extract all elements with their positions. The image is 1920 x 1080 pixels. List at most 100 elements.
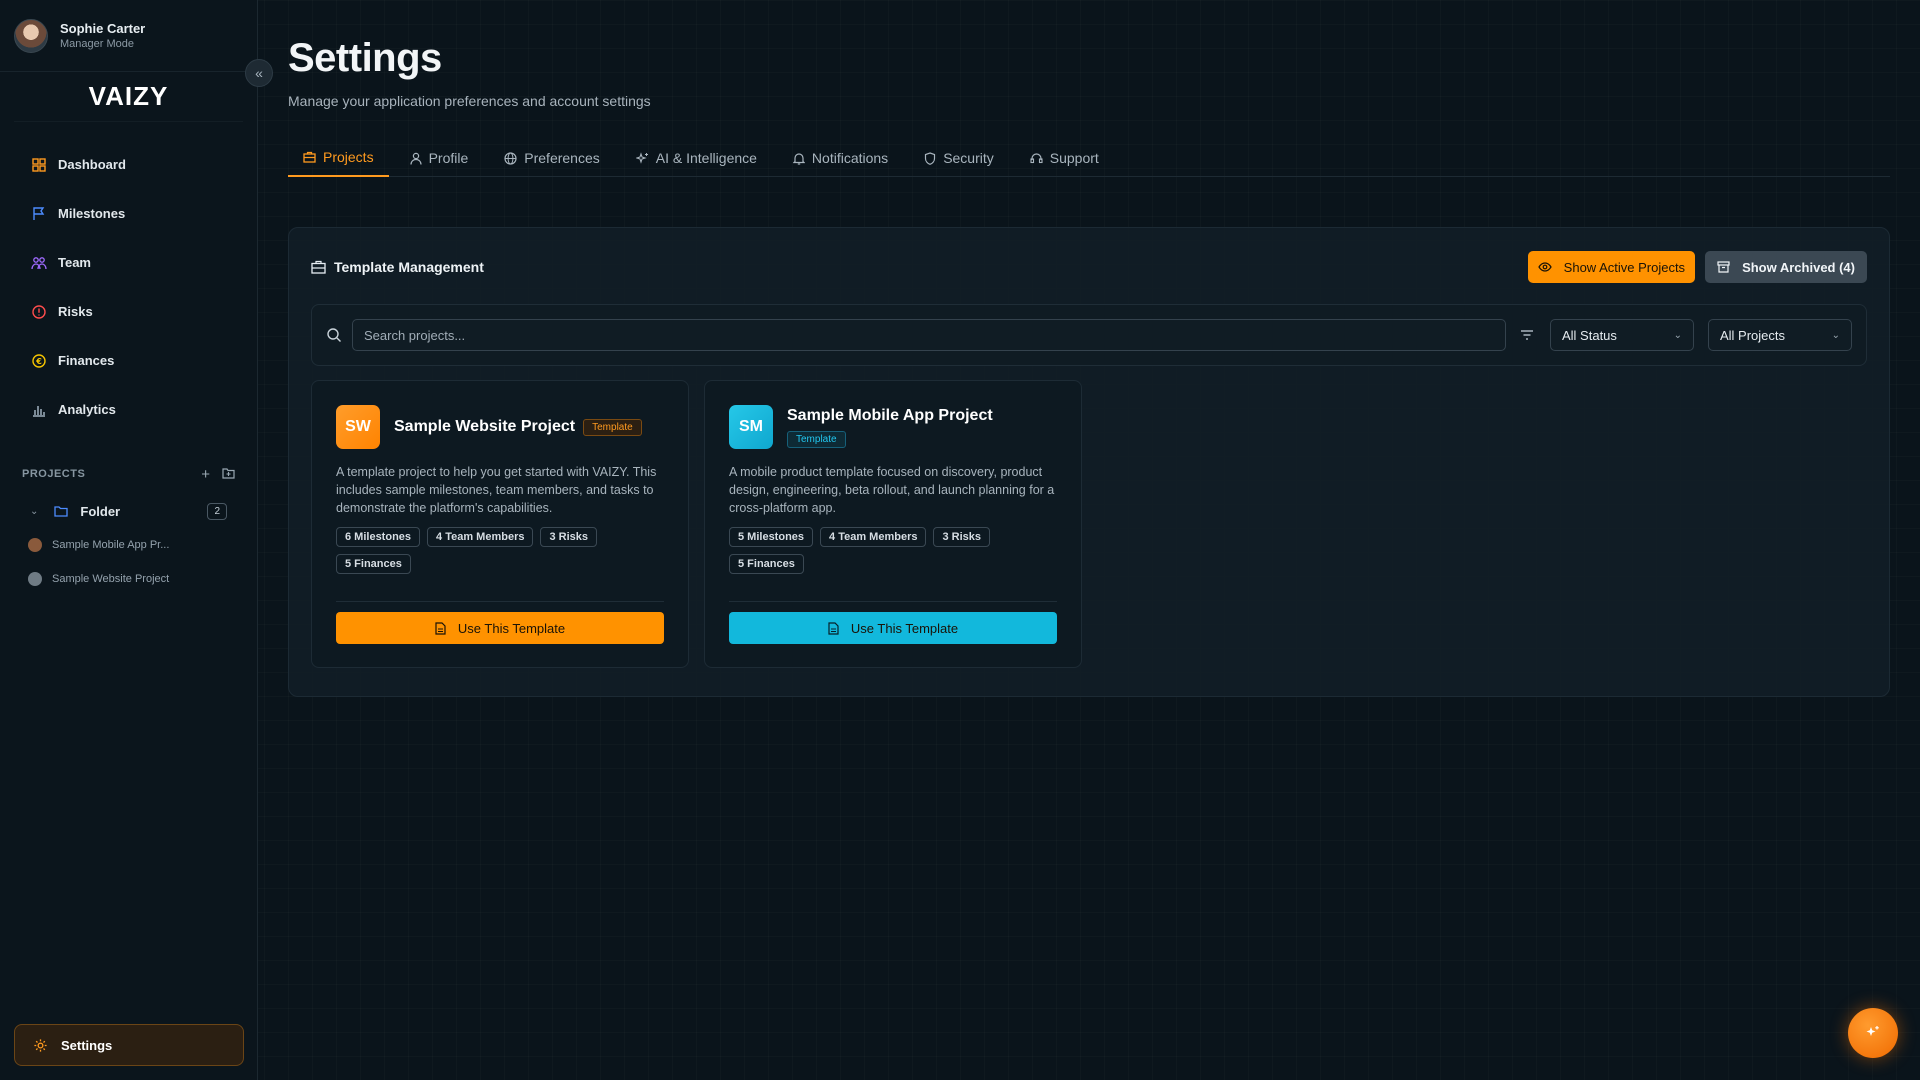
sidebar-project-item[interactable]: Sample Mobile App Pr... bbox=[0, 528, 257, 562]
user-name: Sophie Carter bbox=[60, 21, 146, 36]
sidebar-item-label: Finances bbox=[58, 353, 115, 368]
filter-icon[interactable] bbox=[1520, 329, 1534, 341]
sidebar-project-label: Sample Mobile App Pr... bbox=[52, 539, 170, 551]
button-label: Use This Template bbox=[457, 620, 566, 636]
sidebar-item-label: Risks bbox=[58, 304, 93, 319]
template-cards: SW Sample Website Project Template A tem… bbox=[311, 380, 1867, 668]
card-description: A mobile product template focused on dis… bbox=[729, 465, 1055, 515]
divider bbox=[336, 601, 664, 602]
bell-icon bbox=[792, 152, 805, 165]
dashboard-icon bbox=[30, 156, 48, 174]
folder-icon bbox=[54, 505, 69, 517]
template-card: SM Sample Mobile App Project Template A … bbox=[704, 380, 1082, 668]
tab-support[interactable]: Support bbox=[1015, 139, 1114, 177]
user-role: Manager Mode bbox=[60, 38, 134, 50]
sidebar-item-risks[interactable]: Risks bbox=[0, 287, 257, 336]
search-icon bbox=[326, 327, 342, 343]
chevron-down-icon: ⌄ bbox=[1831, 329, 1840, 341]
select-value: All Projects bbox=[1720, 327, 1786, 343]
sidebar-item-dashboard[interactable]: Dashboard bbox=[0, 140, 257, 189]
tab-label: AI & Intelligence bbox=[655, 150, 757, 166]
project-avatar: SW bbox=[336, 405, 380, 449]
panel-title: Template Management bbox=[311, 259, 1528, 275]
use-template-button[interactable]: Use This Template bbox=[729, 612, 1057, 644]
project-color-dot bbox=[28, 538, 42, 552]
stat-badge: 5 Milestones bbox=[729, 527, 814, 547]
sidebar-item-settings[interactable]: Settings bbox=[14, 1024, 244, 1066]
button-label: Use This Template bbox=[850, 620, 959, 636]
stat-badge: 5 Finances bbox=[729, 554, 804, 574]
select-value: All Status bbox=[1562, 327, 1617, 343]
template-management-panel: Template Management Show Active Projects… bbox=[288, 227, 1890, 697]
tab-label: Support bbox=[1049, 150, 1099, 166]
search-input[interactable] bbox=[352, 319, 1506, 351]
folder-label: Folder bbox=[80, 503, 121, 519]
archive-icon bbox=[1717, 261, 1730, 273]
sidebar-item-milestones[interactable]: Milestones bbox=[0, 189, 257, 238]
tab-label: Notifications bbox=[811, 150, 889, 166]
sidebar-item-finances[interactable]: € Finances bbox=[0, 336, 257, 385]
sidebar-item-team[interactable]: Team bbox=[0, 238, 257, 287]
template-badge: Template bbox=[787, 430, 846, 448]
tab-ai-intelligence[interactable]: AI & Intelligence bbox=[621, 139, 772, 177]
stat-badge: 4 Team Members bbox=[427, 527, 534, 547]
avatar bbox=[14, 18, 48, 53]
status-filter-select[interactable]: All Status ⌄ bbox=[1550, 319, 1694, 351]
flag-icon bbox=[30, 205, 48, 223]
headset-icon bbox=[1030, 152, 1043, 165]
sparkle-icon bbox=[635, 151, 649, 165]
sidebar-project-label: Sample Website Project bbox=[52, 573, 170, 585]
user-profile[interactable]: Sophie Carter Manager Mode bbox=[0, 0, 257, 72]
card-title: Sample Website Project bbox=[394, 418, 576, 435]
card-stats: 5 Milestones 4 Team Members 3 Risks 5 Fi… bbox=[729, 527, 1057, 581]
sidebar-item-label: Analytics bbox=[58, 402, 116, 417]
chevron-down-icon: ⌄ bbox=[1673, 329, 1682, 341]
show-archived-button[interactable]: Show Archived (4) bbox=[1705, 251, 1867, 283]
main-content: Settings Manage your application prefere… bbox=[288, 0, 1890, 697]
project-color-dot bbox=[28, 572, 42, 586]
alert-icon bbox=[30, 303, 48, 321]
chevron-down-icon[interactable]: ⌄ bbox=[30, 506, 38, 517]
tab-preferences[interactable]: Preferences bbox=[489, 139, 614, 177]
tab-label: Preferences bbox=[524, 150, 600, 166]
stat-badge: 5 Finances bbox=[336, 554, 411, 574]
project-avatar: SM bbox=[729, 405, 773, 449]
ai-assistant-button[interactable] bbox=[1848, 1008, 1898, 1058]
tab-security[interactable]: Security bbox=[909, 139, 1009, 177]
sidebar-item-label: Milestones bbox=[58, 206, 126, 221]
button-label: Show Archived (4) bbox=[1742, 259, 1855, 275]
tab-notifications[interactable]: Notifications bbox=[778, 139, 903, 177]
panel-title-text: Template Management bbox=[334, 259, 484, 275]
projects-section-title: PROJECTS bbox=[22, 468, 86, 480]
filter-bar: All Status ⌄ All Projects ⌄ bbox=[311, 304, 1867, 366]
add-project-icon[interactable]: + bbox=[201, 466, 210, 483]
team-icon bbox=[30, 254, 48, 272]
show-active-projects-button[interactable]: Show Active Projects bbox=[1527, 251, 1696, 283]
tab-label: Projects bbox=[323, 149, 374, 165]
document-icon bbox=[828, 621, 839, 635]
briefcase-icon bbox=[311, 260, 326, 274]
page-subtitle: Manage your application preferences and … bbox=[288, 93, 651, 109]
project-filter-select[interactable]: All Projects ⌄ bbox=[1708, 319, 1852, 351]
sidebar-folder[interactable]: ⌄ Folder 2 bbox=[0, 494, 257, 528]
brand-logo[interactable]: VAIZY bbox=[14, 72, 243, 122]
projects-section-header: PROJECTS + bbox=[0, 464, 257, 484]
sidebar-item-analytics[interactable]: Analytics bbox=[0, 385, 257, 434]
stat-badge: 3 Risks bbox=[540, 527, 598, 547]
tab-projects[interactable]: Projects bbox=[288, 139, 389, 177]
collapse-sidebar-button[interactable]: « bbox=[245, 59, 273, 87]
sidebar-item-label: Team bbox=[58, 255, 91, 270]
tab-label: Profile bbox=[428, 150, 469, 166]
tab-label: Security bbox=[943, 150, 994, 166]
sidebar-project-item[interactable]: Sample Website Project bbox=[0, 562, 257, 596]
folder-count-badge: 2 bbox=[207, 502, 227, 520]
tab-profile[interactable]: Profile bbox=[395, 139, 484, 177]
template-card: SW Sample Website Project Template A tem… bbox=[311, 380, 689, 668]
use-template-button[interactable]: Use This Template bbox=[336, 612, 664, 644]
button-label: Show Active Projects bbox=[1563, 259, 1686, 275]
add-folder-icon[interactable] bbox=[222, 466, 235, 483]
settings-tabs: Projects Profile Preferences AI & Intell… bbox=[288, 139, 1890, 177]
divider bbox=[729, 601, 1057, 602]
user-icon bbox=[409, 152, 422, 165]
sidebar-item-label: Dashboard bbox=[58, 157, 126, 172]
